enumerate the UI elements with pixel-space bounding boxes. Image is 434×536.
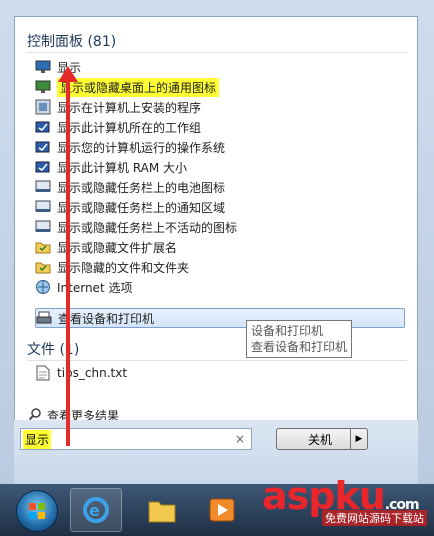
system-icon: [35, 159, 51, 175]
files-header: 文件 (1): [27, 342, 80, 358]
annotation-arrow: [66, 76, 70, 446]
annotation-arrowhead-icon: [58, 66, 78, 82]
taskbar-media-player-button[interactable]: [196, 488, 248, 532]
control-panel-divider: [27, 52, 407, 53]
result-item-internet-options[interactable]: Internet 选项: [35, 277, 405, 297]
tooltip: 设备和打印机 查看设备和打印机: [246, 320, 352, 358]
system-icon: [35, 119, 51, 135]
search-input[interactable]: 显示 ×: [20, 428, 252, 450]
taskbar-ie-button[interactable]: e: [70, 488, 122, 532]
windows-logo-icon: [29, 503, 45, 519]
tooltip-description: 查看设备和打印机: [251, 340, 348, 354]
result-label: 显示隐藏的文件和文件夹: [57, 260, 190, 275]
result-label: 显示此计算机 RAM 大小: [57, 160, 188, 175]
folder-icon: [148, 501, 176, 523]
shutdown-label: 关机: [307, 432, 332, 447]
system-icon: [35, 139, 51, 155]
taskbar-icon: [35, 179, 51, 195]
svg-text:e: e: [89, 501, 100, 520]
result-item-display[interactable]: 显示: [35, 57, 405, 77]
start-button[interactable]: [16, 490, 58, 532]
clear-search-icon[interactable]: ×: [235, 432, 245, 446]
result-item-installed-programs[interactable]: 显示在计算机上安装的程序: [35, 97, 405, 117]
result-item-file-extensions[interactable]: 显示或隐藏文件扩展名: [35, 237, 405, 257]
desktop-icon: [35, 79, 51, 95]
search-results-panel: 控制面板 (81) 显示 显示或隐藏桌面上的通用图标 显示在计算机上安装的程序 …: [14, 16, 418, 484]
result-item-notification-area[interactable]: 显示或隐藏任务栏上的通知区域: [35, 197, 405, 217]
result-item-os[interactable]: 显示您的计算机运行的操作系统: [35, 137, 405, 157]
taskbar-icon: [35, 219, 51, 235]
result-label: 显示或隐藏任务栏上不活动的图标: [57, 220, 238, 235]
result-label: 显示或隐藏任务栏上的电池图标: [57, 180, 226, 195]
taskbar-icon: [35, 199, 51, 215]
chevron-right-icon: ▶: [355, 434, 363, 444]
result-item-ram[interactable]: 显示此计算机 RAM 大小: [35, 157, 405, 177]
folder-options-icon: [35, 259, 51, 275]
taskbar-explorer-button[interactable]: [136, 488, 188, 532]
folder-options-icon: [35, 239, 51, 255]
shutdown-options-button[interactable]: ▶: [350, 428, 368, 450]
internet-explorer-icon: e: [83, 497, 109, 523]
result-label: 显示在计算机上安装的程序: [57, 100, 202, 115]
programs-icon: [35, 99, 51, 115]
result-label: 显示此计算机所在的工作组: [57, 120, 202, 135]
monitor-icon: [35, 59, 51, 75]
result-label: 显示或隐藏桌面上的通用图标: [57, 77, 220, 97]
result-label: 显示您的计算机运行的操作系统: [57, 140, 226, 155]
control-panel-header: 控制面板 (81): [27, 34, 117, 50]
media-player-icon: [209, 498, 235, 522]
search-input-value: 显示: [23, 429, 52, 449]
text-file-icon: [35, 365, 51, 381]
result-item-battery-icon[interactable]: 显示或隐藏任务栏上的电池图标: [35, 177, 405, 197]
result-label: 显示或隐藏任务栏上的通知区域: [57, 200, 226, 215]
result-item-tips-file[interactable]: tips_chn.txt: [35, 363, 235, 383]
result-label: 显示或隐藏文件扩展名: [57, 240, 178, 255]
result-item-hidden-files[interactable]: 显示隐藏的文件和文件夹: [35, 257, 405, 277]
result-item-desktop-icons[interactable]: 显示或隐藏桌面上的通用图标: [35, 77, 405, 97]
tooltip-title: 设备和打印机: [251, 324, 324, 338]
result-label: 查看设备和打印机: [58, 311, 155, 326]
result-item-inactive-icons[interactable]: 显示或隐藏任务栏上不活动的图标: [35, 217, 405, 237]
files-divider: [27, 360, 407, 361]
internet-options-icon: [35, 279, 51, 295]
result-item-workgroup[interactable]: 显示此计算机所在的工作组: [35, 117, 405, 137]
watermark-subtitle: 免费网站源码下载站: [322, 510, 427, 526]
printer-icon: [36, 310, 52, 326]
